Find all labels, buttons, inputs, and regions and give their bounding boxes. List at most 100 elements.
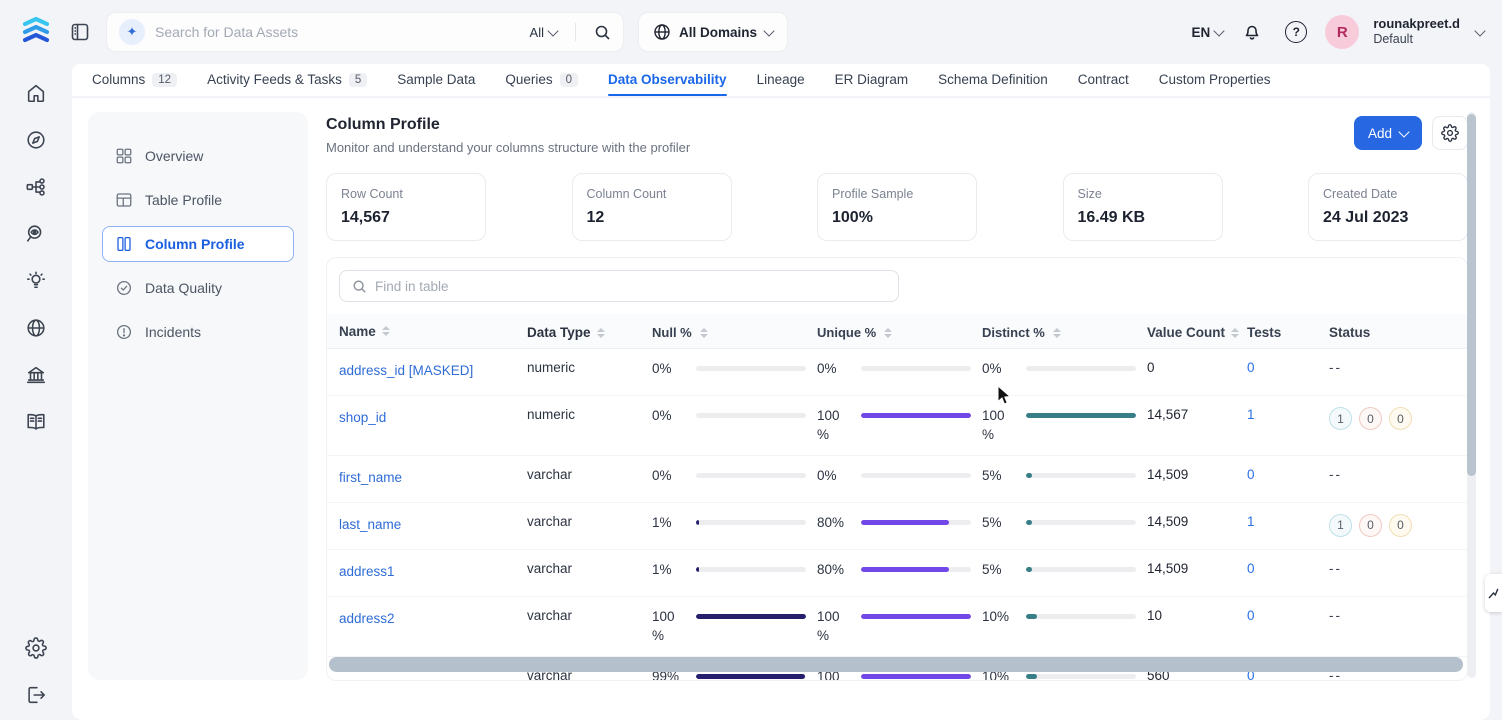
column-name-link[interactable]: shop_id	[339, 410, 386, 425]
glossary-icon[interactable]	[25, 411, 47, 433]
progress-bar	[861, 366, 971, 371]
profiler-settings-button[interactable]	[1432, 116, 1468, 150]
null-cell: 1%	[652, 511, 817, 533]
govern-icon[interactable]	[25, 364, 47, 386]
tests-link[interactable]: 0	[1247, 608, 1255, 623]
lineage-icon[interactable]	[25, 176, 47, 198]
progress-bar	[861, 473, 971, 478]
sort-icon[interactable]	[884, 328, 892, 338]
tab-activity-feeds-tasks[interactable]: Activity Feeds & Tasks 5	[207, 72, 367, 96]
status-cell: --	[1329, 605, 1467, 623]
column-name-cell: address1	[327, 558, 527, 579]
column-header-tests: Tests	[1247, 322, 1329, 340]
sort-icon[interactable]	[700, 328, 708, 338]
sidebar-item-overview[interactable]: Overview	[102, 138, 294, 174]
collapsed-widget-handle[interactable]	[1485, 574, 1502, 612]
column-header-data-type[interactable]: Data Type	[527, 322, 652, 340]
tab-label: Data Observability	[608, 72, 727, 87]
settings-icon[interactable]	[25, 637, 47, 659]
tab-custom-properties[interactable]: Custom Properties	[1159, 72, 1271, 96]
tab-columns[interactable]: Columns12	[92, 72, 177, 96]
column-header-null-[interactable]: Null %	[652, 322, 817, 340]
user-menu-chevron-icon[interactable]	[1474, 25, 1485, 36]
column-name-cell: shop_id	[327, 404, 527, 425]
header-label: Null %	[652, 325, 692, 340]
column-header-name[interactable]: Name	[327, 322, 527, 340]
unique-cell: 0%	[817, 357, 982, 379]
column-name-link[interactable]: first_name	[339, 470, 402, 485]
sort-icon[interactable]	[597, 328, 605, 338]
progress-fill	[861, 567, 949, 572]
header-label: Unique %	[817, 325, 876, 340]
tests-link[interactable]: 0	[1247, 467, 1255, 482]
notifications-bell-icon[interactable]	[1237, 17, 1267, 47]
tests-link[interactable]: 0	[1247, 360, 1255, 375]
tests-link[interactable]: 1	[1247, 407, 1255, 422]
domains-icon[interactable]	[25, 317, 47, 339]
user-avatar[interactable]: R	[1325, 15, 1359, 49]
sidebar-item-column-profile[interactable]: Column Profile	[102, 226, 294, 262]
sort-icon[interactable]	[1053, 328, 1061, 338]
data-type-cell: numeric	[527, 404, 652, 422]
progress-fill	[861, 614, 971, 619]
page-title: Column Profile	[326, 116, 690, 134]
horizontal-scrollbar[interactable]	[329, 657, 1463, 672]
search-input[interactable]: Search for Data Assets	[155, 24, 520, 40]
tests-link[interactable]: 0	[1247, 561, 1255, 576]
tab-sample-data[interactable]: Sample Data	[397, 72, 475, 96]
explore-icon[interactable]	[25, 129, 47, 151]
progress-bar	[696, 614, 806, 619]
tab-count-badge: 12	[152, 73, 177, 87]
tab-label: Activity Feeds & Tasks	[207, 72, 342, 87]
ai-sparkle-icon[interactable]: ✦	[119, 19, 145, 45]
distinct-cell: 10%	[982, 605, 1147, 627]
sort-icon[interactable]	[1231, 328, 1239, 338]
column-name-link[interactable]: address2	[339, 611, 395, 626]
vertical-scrollbar-thumb[interactable]	[1467, 114, 1476, 476]
tab-lineage[interactable]: Lineage	[757, 72, 805, 96]
column-name-link[interactable]: last_name	[339, 517, 401, 532]
search-scope-dropdown[interactable]: All	[530, 25, 557, 40]
tab-data-observability[interactable]: Data Observability	[608, 72, 727, 96]
find-in-table-input[interactable]	[375, 279, 886, 294]
app-logo-icon[interactable]	[16, 12, 56, 52]
global-search[interactable]: ✦ Search for Data Assets All	[106, 12, 624, 52]
tab-contract[interactable]: Contract	[1078, 72, 1129, 96]
tab-queries[interactable]: Queries0	[505, 72, 578, 96]
tab-schema-definition[interactable]: Schema Definition	[938, 72, 1048, 96]
status-empty: --	[1329, 561, 1342, 576]
sidebar-collapse-icon[interactable]	[70, 21, 92, 43]
sort-icon[interactable]	[382, 326, 390, 336]
globe-icon	[653, 23, 671, 41]
progress-fill	[1026, 520, 1032, 525]
insights-icon[interactable]	[25, 270, 47, 292]
tests-link[interactable]: 1	[1247, 514, 1255, 529]
language-dropdown[interactable]: EN	[1192, 25, 1224, 40]
tab-count-badge: 5	[349, 73, 367, 87]
find-in-table[interactable]	[339, 270, 899, 302]
tab-er-diagram[interactable]: ER Diagram	[835, 72, 909, 96]
domains-dropdown[interactable]: All Domains	[638, 12, 788, 52]
user-menu[interactable]: rounakpreet.d Default	[1373, 16, 1460, 48]
summary-card-size: Size16.49 KB	[1063, 173, 1223, 241]
logout-icon[interactable]	[25, 684, 47, 706]
null-cell: 0%	[652, 357, 817, 379]
column-name-link[interactable]: address1	[339, 564, 395, 579]
column-header-distinct-[interactable]: Distinct %	[982, 322, 1147, 340]
column-header-value-count[interactable]: Value Count	[1147, 322, 1247, 340]
progress-fill	[696, 614, 806, 619]
observability-icon[interactable]	[25, 223, 47, 245]
search-icon[interactable]	[594, 24, 611, 41]
percent-value: 100 %	[817, 407, 853, 445]
sidebar-item-table-profile[interactable]: Table Profile	[102, 182, 294, 218]
column-header-unique-[interactable]: Unique %	[817, 322, 982, 340]
column-name-link[interactable]: address_id [MASKED]	[339, 363, 473, 378]
value-count-cell: 0	[1147, 357, 1247, 375]
sidebar-item-incidents[interactable]: Incidents	[102, 314, 294, 350]
sidebar-item-data-quality[interactable]: Data Quality	[102, 270, 294, 306]
home-icon[interactable]	[25, 82, 47, 104]
progress-bar	[1026, 614, 1136, 619]
tab-label: Lineage	[757, 72, 805, 87]
add-button[interactable]: Add	[1354, 116, 1422, 150]
help-icon[interactable]: ?	[1281, 17, 1311, 47]
